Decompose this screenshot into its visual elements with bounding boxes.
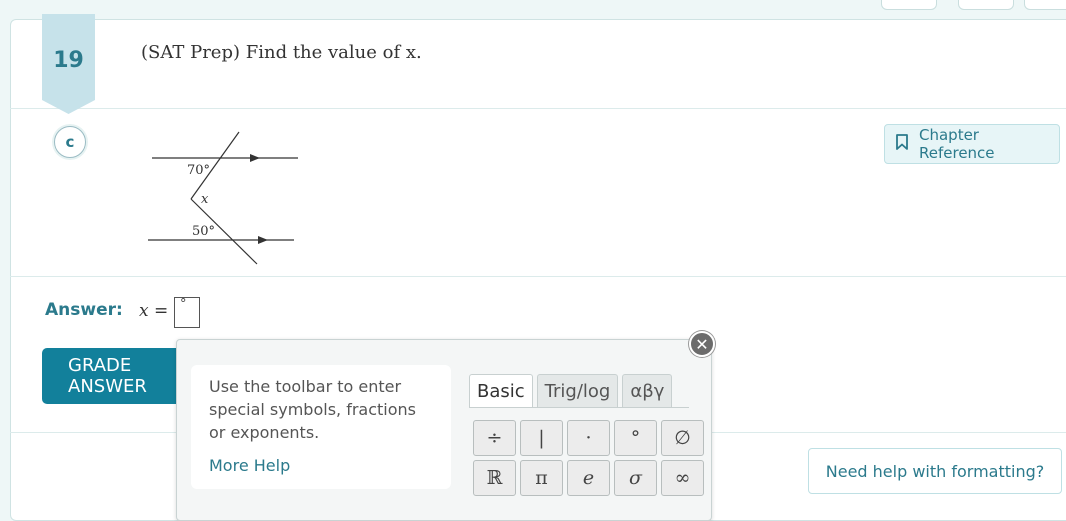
top-tab-2[interactable] [958, 0, 1014, 10]
top-tab-3[interactable] [1024, 0, 1066, 10]
key-divide[interactable]: ÷ [473, 420, 516, 456]
key-reals[interactable]: ℝ [473, 460, 516, 496]
angle-figure: 70° x 50° [140, 126, 310, 270]
difficulty-badge: c [54, 126, 86, 158]
key-sigma[interactable]: σ [614, 460, 657, 496]
key-e[interactable]: e [567, 460, 610, 496]
key-infinity[interactable]: ∞ [661, 460, 704, 496]
section-divider [10, 108, 1066, 109]
question-text: (SAT Prep) Find the value of x. [141, 42, 422, 63]
question-number: 19 [53, 48, 84, 73]
close-icon: ✕ [695, 334, 709, 354]
top-tab-1[interactable] [881, 0, 937, 10]
bottom-angle-label: 50° [192, 224, 215, 239]
section-divider [10, 276, 1066, 277]
answer-input[interactable]: ° [174, 297, 200, 328]
close-popup-button[interactable]: ✕ [689, 331, 715, 357]
chapter-reference-button[interactable]: Chapter Reference [884, 124, 1060, 164]
tab-trig-log[interactable]: Trig/log [536, 374, 619, 407]
tab-underline [469, 407, 689, 408]
chapter-reference-label: Chapter Reference [919, 126, 995, 162]
tab-basic[interactable]: Basic [469, 374, 533, 407]
key-empty-set[interactable]: ∅ [661, 420, 704, 456]
toolbar-tabs: Basic Trig/log αβγ [469, 374, 673, 407]
key-pi[interactable]: π [520, 460, 563, 496]
symbol-keypad: ÷ | · ° ∅ ℝ π e σ ∞ [473, 420, 704, 496]
key-degree[interactable]: ° [614, 420, 657, 456]
key-dot[interactable]: · [567, 420, 610, 456]
tab-greek[interactable]: αβγ [622, 374, 673, 407]
more-help-link[interactable]: More Help [209, 456, 433, 475]
toolbar-help-card: Use the toolbar to enter special symbols… [191, 365, 451, 489]
top-angle-label: 70° [187, 163, 210, 178]
toolbar-help-text: Use the toolbar to enter special symbols… [209, 377, 416, 442]
bookmark-icon [895, 134, 909, 154]
formatting-help-button[interactable]: Need help with formatting? [808, 448, 1062, 494]
answer-expression: x = [139, 301, 169, 321]
x-variable-label: x [201, 192, 209, 207]
answer-label: Answer: [45, 300, 123, 320]
parallel-lines-diagram: 70° x 50° [148, 131, 298, 265]
key-abs[interactable]: | [520, 420, 563, 456]
math-toolbar-popup: Use the toolbar to enter special symbols… [176, 339, 712, 521]
